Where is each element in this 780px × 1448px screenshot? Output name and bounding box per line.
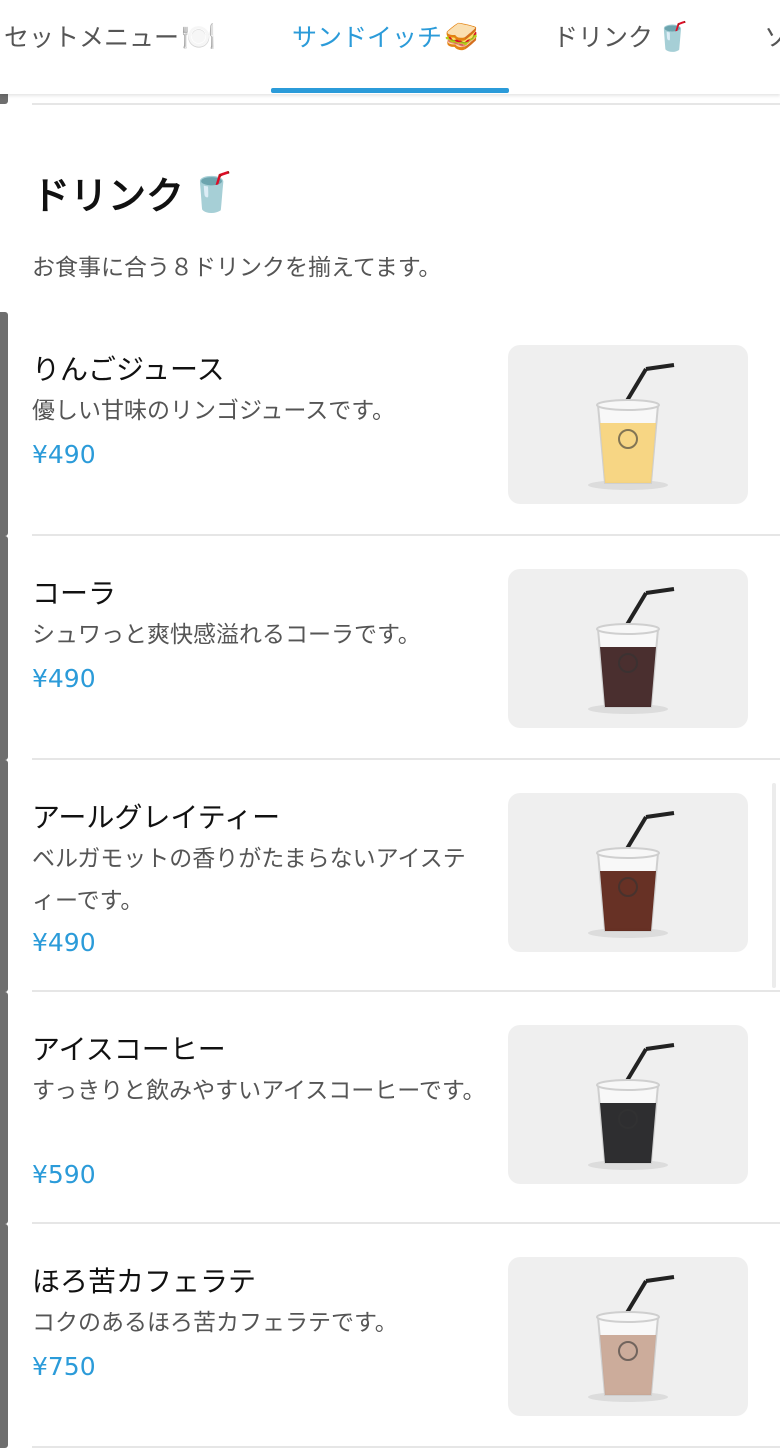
tab-drink[interactable]: ドリンク 🥤 — [553, 18, 690, 54]
tab-sandwich[interactable]: サンドイッチ 🥪 — [292, 18, 479, 54]
scrollbar[interactable] — [772, 783, 776, 988]
item-name: アイスコーヒー — [32, 1033, 226, 1066]
drink-cup-image — [588, 587, 675, 714]
item-edge-marker — [0, 312, 8, 536]
item-description: コクのあるほろ苦カフェラテです。 — [32, 1310, 398, 1336]
section-title-text: ドリンク — [32, 174, 185, 218]
tab-label: ドリンク — [553, 23, 654, 52]
tab-label: ソ — [764, 23, 780, 52]
cup-icon: 🥤 — [655, 19, 690, 53]
drink-cup-image — [588, 1275, 675, 1402]
item-description: すっきりと飲みやすいアイスコーヒーです。 — [32, 1078, 486, 1104]
sandwich-icon: 🥪 — [444, 19, 479, 53]
item-edge-marker — [0, 760, 8, 992]
item-name: りんごジュース — [32, 353, 225, 386]
item-photo — [508, 1025, 748, 1184]
menu-item[interactable]: アールグレイティー ベルガモットの香りがたまらないアイスティーです。 ¥490 — [0, 760, 780, 992]
tab-set-menu[interactable]: セットメニュー 🍽️ — [4, 18, 216, 54]
item-price: ¥490 — [32, 440, 96, 469]
drink-cup-image — [588, 1043, 675, 1170]
item-photo — [508, 569, 748, 728]
item-photo — [508, 345, 748, 504]
item-price: ¥490 — [32, 664, 96, 693]
drink-cup-image — [588, 363, 675, 490]
item-edge-marker — [0, 1224, 8, 1448]
menu-item[interactable]: りんごジュース 優しい甘味のリンゴジュースです。 ¥490 — [0, 312, 780, 536]
divider — [32, 103, 780, 105]
item-description: シュワっと爽快感溢れるコーラです。 — [32, 622, 421, 648]
item-photo — [508, 1257, 748, 1416]
section-description: お食事に合う８ドリンクを揃えてます。 — [32, 255, 442, 281]
item-name: コーラ — [32, 577, 117, 610]
item-description: 優しい甘味のリンゴジュースです。 — [32, 398, 395, 424]
tab-label: サンドイッチ — [292, 23, 443, 52]
category-tab-bar: セットメニュー 🍽️ サンドイッチ 🥪 ドリンク 🥤 ソ — [0, 0, 780, 94]
plate-icon: 🍽️ — [181, 19, 216, 53]
item-price: ¥490 — [32, 928, 96, 957]
item-price: ¥590 — [32, 1160, 96, 1189]
tab-label: セットメニュー — [4, 23, 180, 52]
drink-cup-image — [588, 811, 675, 938]
menu-item[interactable]: ほろ苦カフェラテ コクのあるほろ苦カフェラテです。 ¥750 — [0, 1224, 780, 1448]
section-title: ドリンク 🥤 — [32, 165, 235, 220]
item-name: ほろ苦カフェラテ — [32, 1265, 257, 1298]
tab-next-category[interactable]: ソ — [764, 18, 780, 54]
menu-item[interactable]: コーラ シュワっと爽快感溢れるコーラです。 ¥490 — [0, 536, 780, 760]
item-edge-marker — [0, 536, 8, 760]
active-tab-indicator — [271, 88, 509, 93]
item-description: ベルガモットの香りがたまらないアイスティーです。 — [32, 846, 466, 914]
item-price: ¥750 — [32, 1352, 96, 1381]
cup-icon: 🥤 — [188, 170, 236, 214]
menu-item[interactable]: アイスコーヒー すっきりと飲みやすいアイスコーヒーです。 ¥590 — [0, 992, 780, 1224]
item-name: アールグレイティー — [32, 801, 281, 834]
item-photo — [508, 793, 748, 952]
item-edge-marker — [0, 992, 8, 1224]
